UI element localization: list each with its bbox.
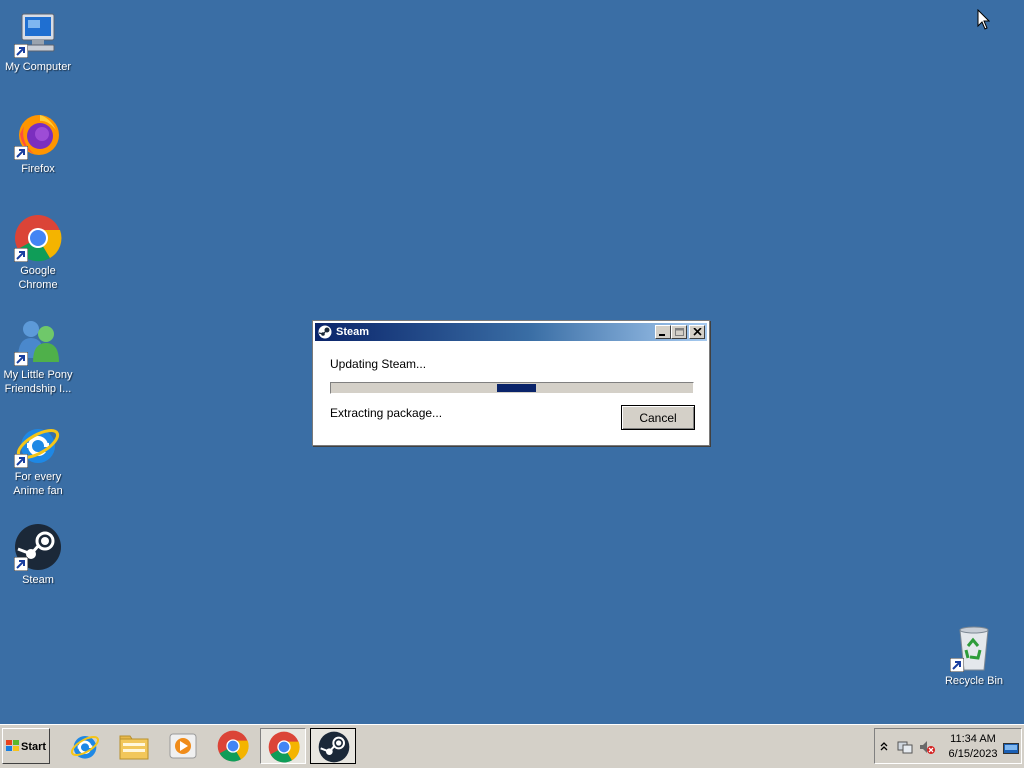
desktop-icon-steam[interactable]: Steam (0, 523, 76, 587)
desktop-icon-label: Recycle Bin (944, 675, 1004, 687)
steam-update-dialog: Steam Updating Steam... Extracting packa… (312, 320, 710, 446)
minimize-icon (659, 334, 665, 336)
desktop-icon-label: For every Anime fan (13, 471, 63, 497)
taskbar-media-player-button[interactable] (160, 728, 206, 764)
internet-explorer-icon (70, 736, 100, 759)
desktop-icon-label: My Computer (4, 61, 72, 73)
start-label: Start (21, 741, 47, 753)
progress-chunk (497, 384, 536, 392)
status-text: Updating Steam... (330, 357, 427, 371)
dialog-titlebar[interactable]: Steam (315, 323, 707, 341)
desktop: My Computer Firefox Google Chrome My Lit… (0, 0, 1024, 724)
close-icon (693, 328, 702, 336)
windows-logo-icon (6, 740, 19, 751)
shortcut-arrow-icon (950, 658, 964, 672)
taskbar-internet-explorer-button[interactable] (62, 728, 108, 764)
shortcut-arrow-icon (14, 557, 28, 571)
desktop-icon-firefox[interactable]: Firefox (0, 112, 76, 176)
dialog-title: Steam (336, 326, 370, 338)
detail-text: Extracting package... (330, 406, 443, 420)
shortcut-arrow-icon (14, 454, 28, 468)
show-desktop-icon[interactable] (1003, 743, 1019, 754)
maximize-icon (675, 328, 684, 336)
internet-explorer-icon (14, 420, 62, 468)
minimize-button[interactable] (655, 325, 671, 339)
start-button[interactable]: Start (2, 728, 50, 764)
desktop-icon-label: Firefox (21, 163, 55, 175)
mouse-cursor-icon (977, 9, 990, 30)
show-hidden-icons-chevron-icon[interactable] (880, 741, 888, 751)
desktop-icon-recycle-bin[interactable]: Recycle Bin (936, 624, 1012, 688)
taskbar-chrome-window-button[interactable] (260, 728, 306, 764)
cancel-button[interactable]: Cancel (621, 405, 695, 430)
chrome-icon (217, 730, 249, 762)
clock-date[interactable]: 6/15/2023 (947, 748, 999, 760)
taskbar-file-explorer-button[interactable] (111, 728, 157, 764)
steam-icon (318, 731, 350, 763)
recycle-bin-icon (950, 624, 998, 672)
network-icon[interactable] (897, 739, 913, 755)
steam-icon (318, 325, 332, 339)
progress-bar (330, 382, 694, 394)
chrome-icon (14, 214, 62, 262)
media-player-icon (169, 733, 197, 759)
desktop-icon-my-computer[interactable]: My Computer (0, 10, 76, 74)
system-tray: 11:34 AM 6/15/2023 (874, 728, 1022, 764)
desktop-icon-label: Google Chrome (18, 265, 58, 291)
shortcut-arrow-icon (14, 248, 28, 262)
shortcut-arrow-icon (14, 44, 28, 58)
shortcut-arrow-icon (14, 352, 28, 366)
chrome-icon (268, 731, 300, 763)
firefox-icon (14, 112, 62, 160)
desktop-icon-label: My Little Pony Friendship I... (3, 369, 73, 395)
desktop-icon-for-every-anime-fan[interactable]: For every Anime fan (0, 420, 76, 498)
volume-muted-icon[interactable] (919, 739, 935, 755)
file-explorer-icon (119, 735, 149, 760)
maximize-button[interactable] (671, 325, 687, 339)
users-icon (14, 318, 62, 366)
taskbar-chrome-button[interactable] (210, 728, 256, 764)
steam-icon (14, 523, 62, 571)
clock-time[interactable]: 11:34 AM (947, 733, 999, 745)
close-button[interactable] (689, 325, 705, 339)
desktop-icon-my-little-pony[interactable]: My Little Pony Friendship I... (0, 318, 76, 396)
shortcut-arrow-icon (14, 146, 28, 160)
desktop-icon-label: Steam (22, 574, 54, 586)
desktop-icon-google-chrome[interactable]: Google Chrome (0, 214, 76, 292)
taskbar: Start 11:34 AM 6/15/2023 (0, 724, 1024, 768)
computer-icon (14, 10, 62, 58)
taskbar-steam-button[interactable] (310, 728, 356, 764)
